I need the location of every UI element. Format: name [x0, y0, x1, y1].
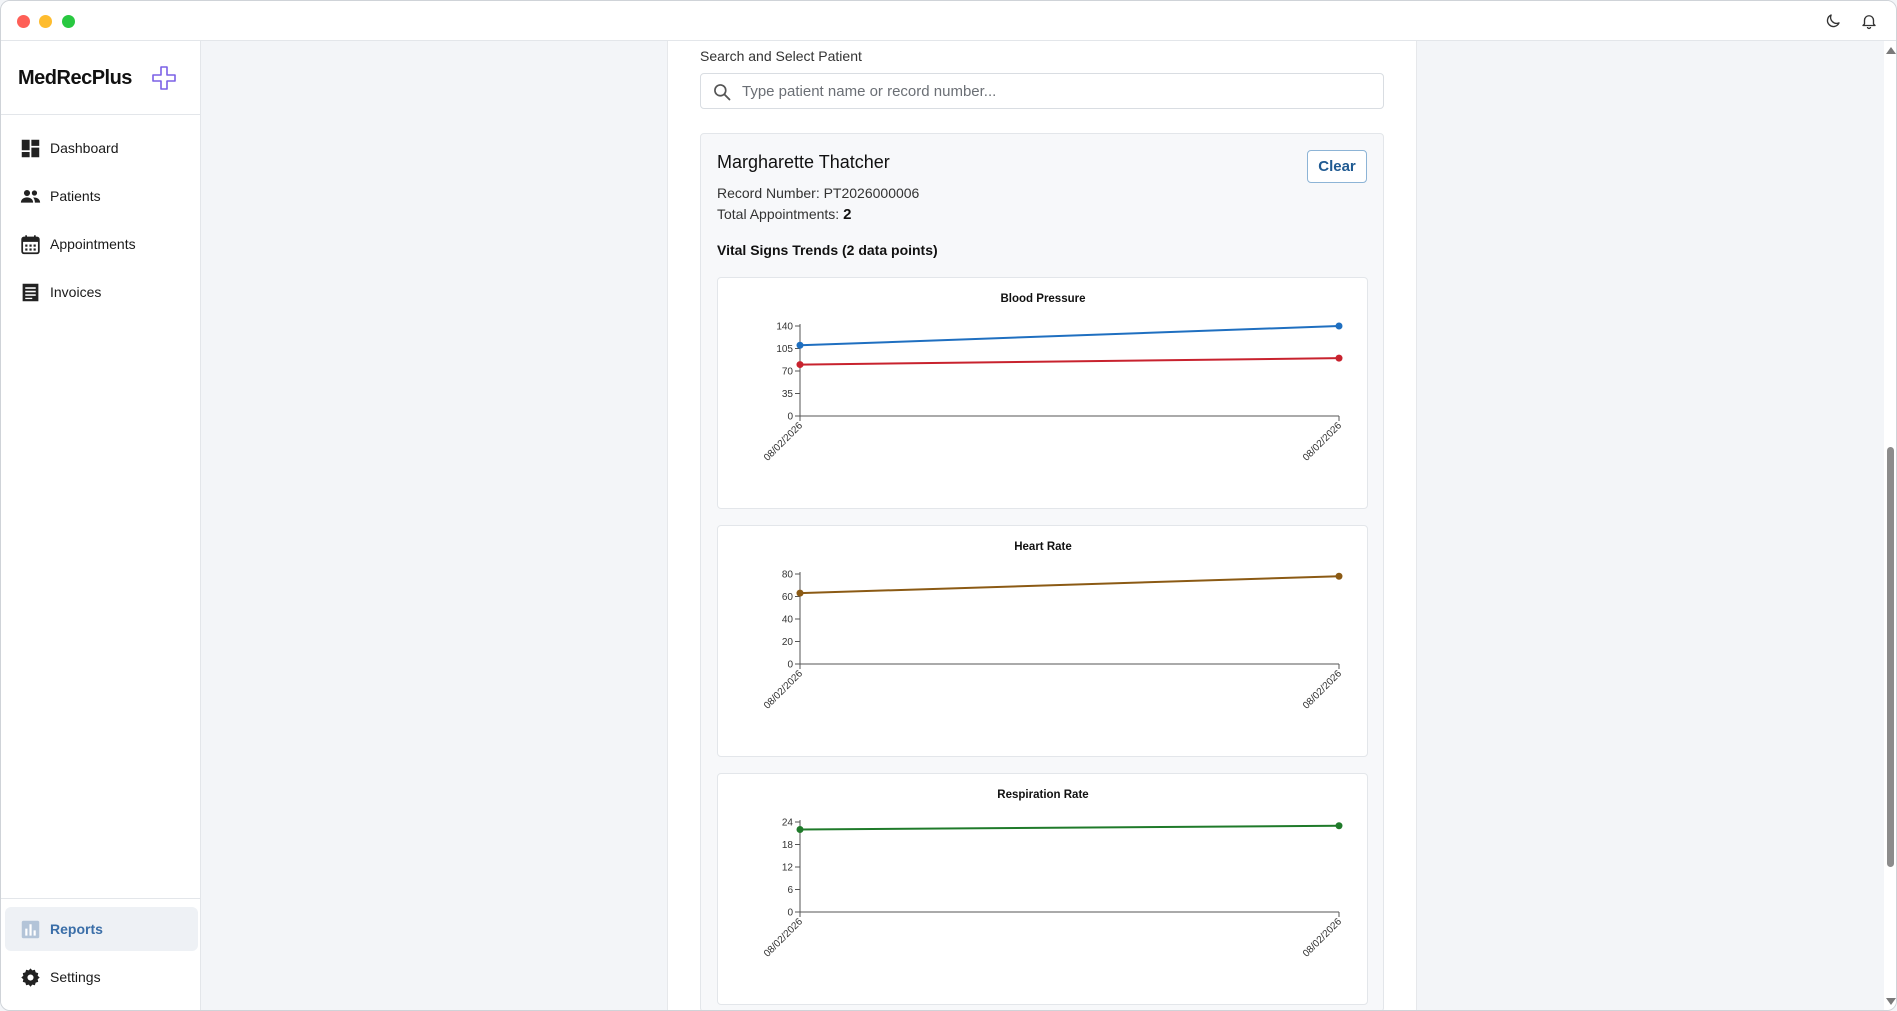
heart-rate-chart: Heart Rate 0 20 40 60 80 08/02/2026 08/02/2026 [762, 541, 1344, 712]
y-tick-label: 6 [787, 885, 793, 896]
blood-pressure-chart: Blood Pressure 0 35 70 105 140 08/02/2026 08/02… [762, 293, 1344, 464]
close-window-button[interactable] [17, 15, 30, 28]
x-tick-label: 08/02/2026 [762, 420, 805, 463]
gear-icon [21, 967, 40, 987]
data-point [796, 826, 804, 833]
series-line [799, 824, 1340, 831]
y-tick-label: 40 [782, 615, 794, 626]
maximize-window-button[interactable] [62, 15, 75, 28]
app-window: MedRecPlus Dashboard Patients Appointmen… [0, 0, 1897, 1011]
series-line [799, 357, 1340, 366]
calendar-icon [21, 234, 40, 254]
x-tick-label: 08/02/2026 [762, 916, 805, 959]
y-tick-label: 35 [782, 389, 794, 400]
x-tick-label: 08/02/2026 [1301, 668, 1344, 711]
moon-icon[interactable] [1824, 12, 1842, 30]
sidebar-item-label: Reports [50, 921, 103, 937]
title-bar [1, 1, 1896, 41]
sidebar-item-label: Settings [50, 969, 101, 985]
y-tick-label: 0 [787, 412, 793, 423]
x-tick-label: 08/02/2026 [762, 668, 805, 711]
record-number-line: Record Number: PT2026000006 [717, 185, 919, 201]
vitals-section-title: Vital Signs Trends (2 data points) [717, 242, 938, 258]
data-point [1335, 822, 1343, 830]
record-number-label: Record Number: [717, 185, 820, 201]
sidebar-item-settings[interactable]: Settings [1, 955, 200, 999]
patient-name: Margharette Thatcher [717, 152, 890, 172]
data-point [796, 341, 804, 349]
sidebar: MedRecPlus Dashboard Patients Appointmen… [1, 41, 201, 1010]
record-number-value: PT2026000006 [823, 185, 920, 201]
sidebar-item-label: Patients [50, 188, 101, 204]
y-tick-label: 0 [787, 660, 793, 671]
sidebar-item-appointments[interactable]: Appointments [1, 222, 200, 266]
data-point [796, 361, 804, 369]
sidebar-item-reports[interactable]: Reports [5, 907, 198, 951]
y-tick-label: 24 [782, 818, 794, 829]
sidebar-item-label: Dashboard [50, 140, 119, 156]
y-tick-label: 140 [776, 322, 793, 333]
receipt-icon [22, 283, 39, 301]
patient-search-box[interactable] [700, 73, 1384, 109]
patient-search-input[interactable] [742, 74, 1372, 108]
y-tick-label: 20 [782, 637, 794, 648]
y-tick-label: 18 [782, 840, 794, 851]
chart-title: Respiration Rate [997, 789, 1088, 801]
data-point [1335, 322, 1343, 330]
data-point [1335, 572, 1343, 580]
series-line [799, 325, 1340, 347]
y-tick-label: 80 [782, 570, 794, 581]
respiration-rate-chart-card: Respiration Rate 0 6 12 18 24 08/02/2026 08/02/… [717, 773, 1368, 1005]
chart-title: Blood Pressure [1001, 293, 1086, 305]
x-tick-label: 08/02/2026 [1301, 916, 1344, 959]
sidebar-divider [1, 898, 200, 899]
sidebar-item-dashboard[interactable]: Dashboard [1, 126, 200, 170]
dashboard-icon [21, 139, 40, 157]
appointments-label: Total Appointments: [717, 206, 840, 222]
respiration-rate-chart: Respiration Rate 0 6 12 18 24 08/02/2026 08/02/… [762, 789, 1344, 960]
data-point [796, 589, 804, 597]
chart-title: Heart Rate [1014, 541, 1072, 553]
sidebar-item-label: Appointments [50, 236, 136, 252]
series-line [799, 575, 1340, 595]
x-tick-label: 08/02/2026 [1301, 420, 1344, 463]
y-tick-label: 105 [776, 344, 793, 355]
clear-button[interactable]: Clear [1307, 150, 1367, 183]
heart-rate-chart-card: Heart Rate 0 20 40 60 80 08/02/2026 08/02/2026 [717, 525, 1368, 757]
search-icon [714, 84, 731, 101]
sidebar-item-invoices[interactable]: Invoices [1, 270, 200, 314]
y-tick-label: 12 [782, 863, 794, 874]
y-tick-label: 70 [782, 367, 794, 378]
sidebar-divider [1, 114, 200, 115]
people-icon [20, 189, 41, 203]
scroll-up-arrow[interactable] [1886, 47, 1896, 54]
minimize-window-button[interactable] [39, 15, 52, 28]
scrollbar-thumb[interactable] [1887, 447, 1894, 867]
sidebar-item-label: Invoices [50, 284, 102, 300]
data-point [1335, 354, 1343, 362]
search-label: Search and Select Patient [700, 48, 862, 64]
appointments-line: Total Appointments: 2 [717, 206, 851, 223]
y-tick-label: 60 [782, 592, 794, 603]
bar-chart-icon [21, 920, 40, 938]
bell-icon[interactable] [1860, 12, 1878, 30]
y-tick-label: 0 [787, 908, 793, 919]
app-logo-text: MedRecPlus [18, 67, 132, 89]
appointments-count: 2 [843, 206, 852, 223]
medical-cross-icon [152, 66, 176, 90]
blood-pressure-chart-card: Blood Pressure 0 35 70 105 140 08/02/2026 08/02… [717, 277, 1368, 509]
scroll-down-arrow[interactable] [1886, 998, 1896, 1005]
sidebar-item-patients[interactable]: Patients [1, 174, 200, 218]
